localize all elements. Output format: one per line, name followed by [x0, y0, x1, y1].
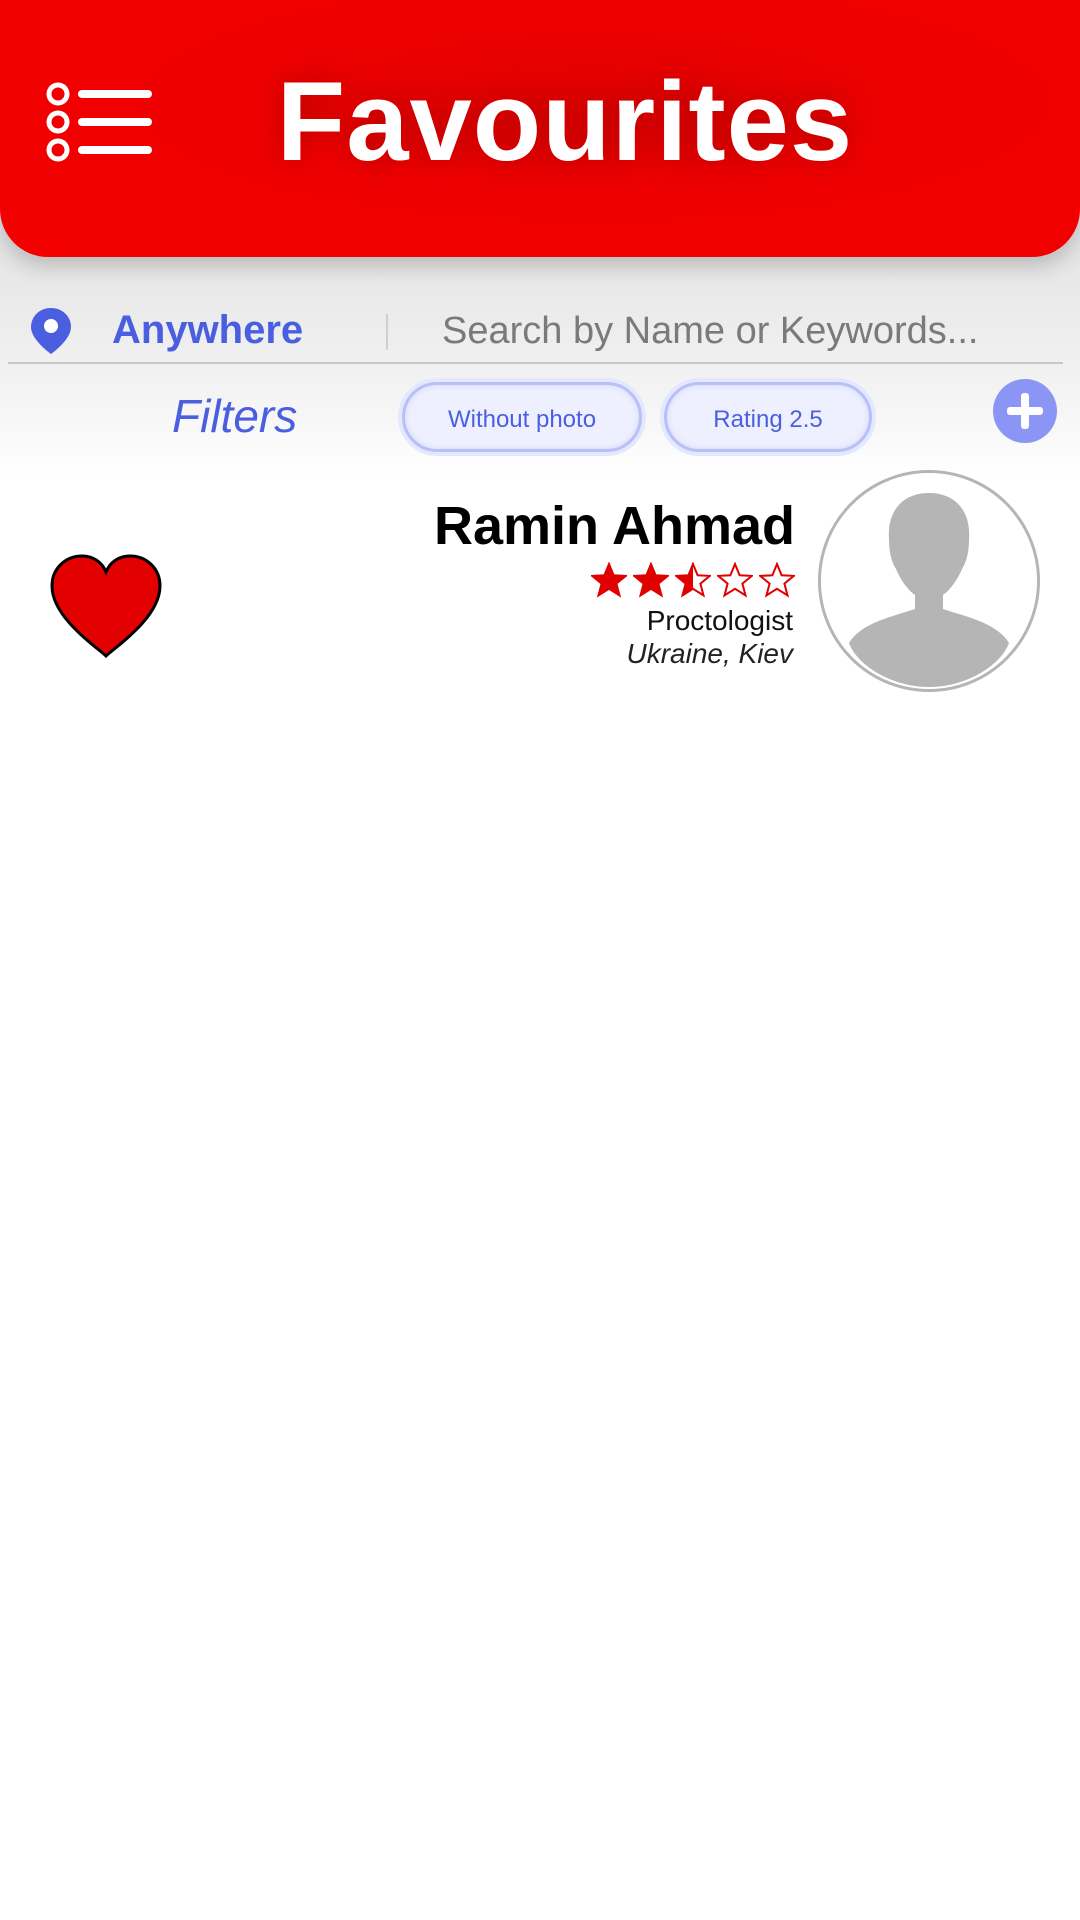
heart-icon[interactable] [46, 552, 166, 662]
app-header: Favourites [0, 0, 1080, 257]
avatar-placeholder-icon [821, 473, 1037, 689]
star-icon [591, 562, 627, 598]
page-title: Favourites [276, 59, 854, 184]
favourite-card[interactable]: Ramin Ahmad Proctologist Ukraine, Kiev [0, 470, 1080, 710]
doctor-name: Ramin Ahmad [433, 496, 795, 556]
location-pin-icon [31, 308, 71, 354]
search-bar: Anywhere [0, 296, 1080, 366]
star-icon [759, 562, 795, 598]
star-rating [591, 562, 795, 602]
search-divider [386, 314, 388, 350]
star-icon [717, 562, 753, 598]
star-icon [633, 562, 669, 598]
filter-chip-rating[interactable]: Rating 2.5 [664, 382, 872, 452]
doctor-location: Ukraine, Kiev [626, 638, 793, 669]
filters-label[interactable]: Filters [172, 386, 297, 446]
add-filter-button[interactable] [993, 379, 1057, 443]
search-input[interactable] [440, 302, 1044, 360]
list-menu-icon [46, 82, 152, 162]
search-underline [8, 362, 1063, 364]
star-icon [675, 562, 711, 598]
doctor-specialty: Proctologist [646, 605, 793, 636]
location-selector[interactable]: Anywhere [112, 304, 303, 356]
menu-button[interactable] [46, 82, 158, 162]
avatar [818, 470, 1040, 692]
filter-chip-without-photo[interactable]: Without photo [402, 382, 642, 452]
